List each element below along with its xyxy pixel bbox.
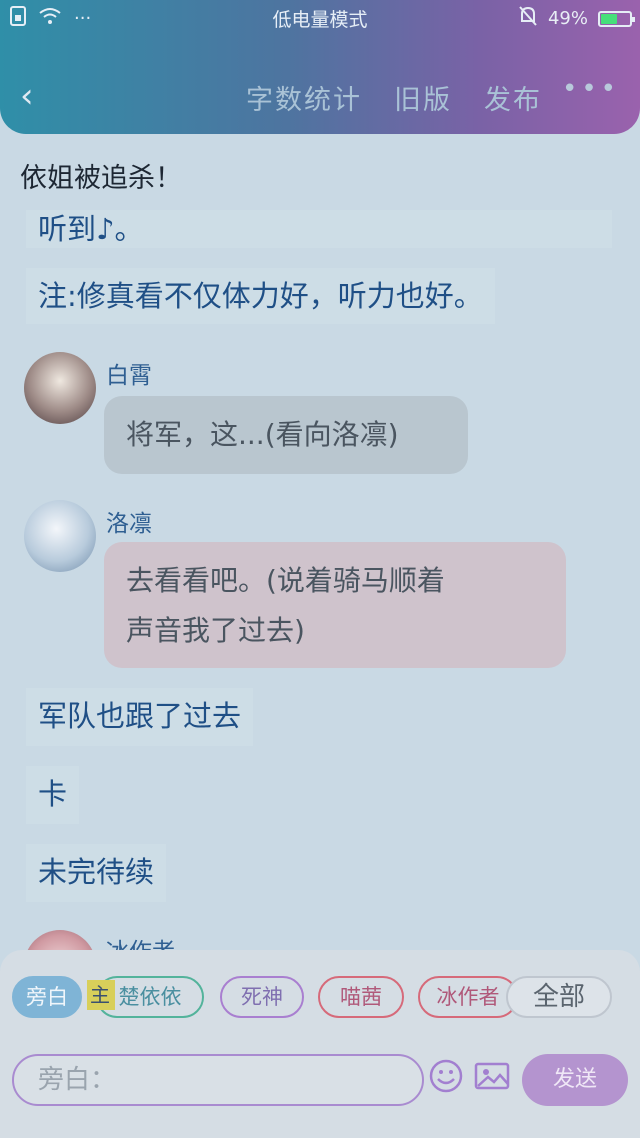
message-bubble: 将军，这...(看向洛凛) bbox=[104, 396, 468, 474]
role-chip[interactable]: 喵茜 bbox=[318, 976, 404, 1018]
highlight-mark: 主 bbox=[87, 980, 115, 1010]
sender-name: 洛凛 bbox=[106, 511, 152, 537]
narration-bubble: 注:修真看不仅体力好，听力也好。 bbox=[26, 268, 495, 324]
narration-bubble: 军队也跟了过去 bbox=[26, 688, 254, 746]
all-roles-button[interactable]: 全部 bbox=[506, 976, 612, 1018]
avatar[interactable] bbox=[24, 352, 96, 424]
battery-percent: 49% bbox=[547, 8, 588, 29]
old-version-button[interactable]: 旧版 bbox=[394, 78, 452, 117]
story-title: 依姐被追杀！ bbox=[20, 163, 182, 194]
bottom-panel: 旁白 楚依依 死神 喵茜 冰作者 全部 旁白： 发送 bbox=[0, 950, 640, 1138]
send-button[interactable]: 发送 bbox=[522, 1054, 628, 1106]
highlight-char: 主 bbox=[90, 983, 110, 1007]
narration-bubble: 听到♪。 bbox=[26, 210, 612, 248]
more-menu-button[interactable]: ••• bbox=[562, 74, 620, 104]
header-actions: 字数统计 旧版 发布 bbox=[246, 78, 542, 117]
back-icon[interactable]: ‹ bbox=[20, 76, 34, 116]
message-line: 去看看吧。(说着骑马顺着 bbox=[126, 564, 445, 597]
publish-button[interactable]: 发布 bbox=[484, 78, 542, 117]
status-bar: ··· 低电量模式 49% bbox=[0, 0, 640, 34]
narration-bubble: 未完待续 bbox=[26, 844, 167, 902]
narration-bubble: 卡 bbox=[26, 766, 80, 824]
role-chip[interactable]: 死神 bbox=[220, 976, 304, 1018]
top-bar: ··· 低电量模式 49% ‹ 字数统计 旧版 发布 ••• bbox=[0, 0, 640, 134]
sender-name: 冰作者 bbox=[106, 932, 175, 950]
role-chip[interactable]: 冰作者 bbox=[418, 976, 518, 1018]
sender-name: 白霄 bbox=[106, 363, 152, 389]
role-chip-narrator[interactable]: 旁白 bbox=[12, 976, 82, 1018]
message-line: 声音我了过去) bbox=[126, 614, 305, 647]
avatar[interactable] bbox=[24, 930, 96, 950]
chat-area[interactable]: 依姐被追杀！ 听到♪。 注:修真看不仅体力好，听力也好。 白霄 将军，这...(… bbox=[0, 134, 640, 950]
message-bubble: 去看看吧。(说着骑马顺着 声音我了过去) bbox=[104, 542, 566, 668]
status-right: 49% bbox=[518, 5, 635, 32]
battery-icon bbox=[598, 10, 635, 27]
word-count-button[interactable]: 字数统计 bbox=[246, 78, 362, 117]
nav-bar: ‹ 字数统计 旧版 发布 ••• bbox=[0, 70, 640, 124]
emoji-icon[interactable] bbox=[428, 1058, 468, 1098]
message-input[interactable]: 旁白： bbox=[12, 1054, 424, 1106]
image-icon[interactable] bbox=[474, 1058, 514, 1098]
avatar[interactable] bbox=[24, 500, 96, 572]
bell-muted-icon bbox=[518, 5, 538, 32]
